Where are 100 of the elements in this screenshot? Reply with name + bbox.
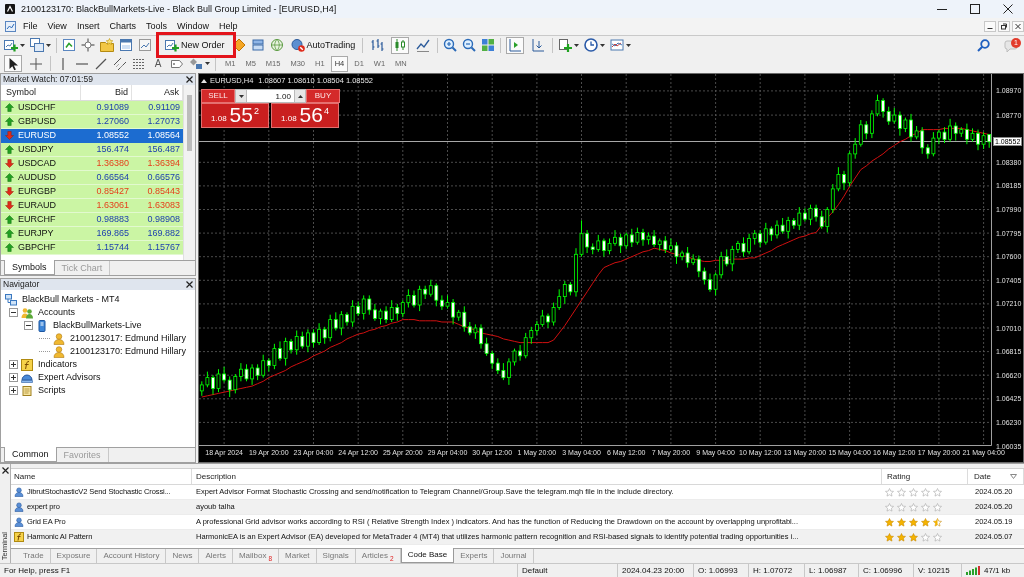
shapes-icon[interactable]	[189, 56, 203, 71]
tree-item[interactable]: 2100123017: Edmund Hillary	[70, 334, 187, 343]
symbol-row[interactable]: EURUSD 1.08552 1.08564	[1, 129, 183, 143]
menu-item[interactable]: File	[18, 21, 43, 32]
collapse-box-icon[interactable]	[9, 308, 18, 317]
fibonacci-icon[interactable]	[132, 56, 146, 71]
low-price: L: 1.06987	[809, 566, 847, 575]
menu-item[interactable]: View	[42, 21, 72, 32]
close-icon[interactable]	[186, 76, 193, 83]
scrollbar[interactable]	[183, 85, 195, 260]
stop-sign-icon[interactable]	[290, 38, 305, 52]
column-header[interactable]: Rating	[887, 472, 911, 481]
column-header[interactable]: Description	[196, 472, 236, 481]
expand-box-icon[interactable]	[9, 373, 18, 382]
decrease-lot-button[interactable]	[235, 89, 247, 103]
close-icon[interactable]	[186, 281, 193, 288]
chart-window-icon[interactable]	[5, 21, 16, 32]
close-icon[interactable]	[1, 467, 9, 474]
symbol-row[interactable]: GBPCHF 1.15744 1.15767	[1, 241, 183, 255]
menu-item[interactable]: Charts	[104, 21, 141, 32]
symbol-row[interactable]: AUDUSD 0.66564 0.66576	[1, 171, 183, 185]
auto-trading-button[interactable]: AutoTrading	[288, 36, 358, 54]
menu-item[interactable]: Window	[171, 21, 214, 32]
tree-item[interactable]: Scripts	[38, 386, 66, 395]
caret-icon[interactable]	[205, 62, 210, 65]
crosshair-icon[interactable]	[81, 38, 95, 52]
book-stack-icon[interactable]	[250, 38, 265, 52]
increase-lot-button[interactable]	[294, 89, 306, 103]
star-icon	[909, 517, 918, 527]
new-order-button[interactable]: New Order	[163, 36, 227, 54]
tab[interactable]: Common	[4, 447, 57, 462]
symbol-row[interactable]: EURCHF 0.98883 0.98908	[1, 213, 183, 227]
caret-icon[interactable]	[46, 43, 51, 47]
lot-size-field[interactable]: 1.00	[247, 89, 294, 103]
tree-item[interactable]: BlackBullMarkets-Live	[53, 321, 142, 330]
new-chart-icon[interactable]	[4, 38, 18, 52]
globe-icon[interactable]	[269, 38, 284, 52]
tab[interactable]: Symbols	[4, 260, 55, 275]
bid-price: 0.91089	[95, 103, 130, 112]
tester-chart-icon[interactable]	[138, 38, 152, 52]
collapse-triangle-icon[interactable]	[201, 78, 207, 83]
tree-item[interactable]: Indicators	[38, 360, 78, 369]
scrollbar-thumb[interactable]	[187, 95, 192, 151]
expand-box-icon[interactable]	[9, 360, 18, 369]
symbol-name: GBPUSD	[18, 117, 56, 126]
table-row[interactable]	[11, 530, 1024, 545]
symbol-row[interactable]: EURGBP 0.85427 0.85443	[1, 185, 183, 199]
tree-item[interactable]: Expert Advisors	[38, 373, 101, 382]
menu-item[interactable]: Help	[213, 21, 243, 32]
caret-icon[interactable]	[574, 43, 580, 47]
symbol-row[interactable]: EURAUD 1.63061 1.63083	[1, 199, 183, 213]
symbol-row[interactable]: USDJPY 156.474 156.487	[1, 143, 183, 157]
text-tool-button[interactable]: A	[151, 56, 165, 71]
trend-line-icon[interactable]	[94, 56, 108, 71]
tree-item[interactable]: Accounts	[38, 308, 76, 317]
terminal-window-icon[interactable]	[119, 38, 133, 52]
buy-button[interactable]: BUY	[306, 89, 340, 103]
caret-icon[interactable]	[626, 43, 632, 47]
status-text: For Help, press F1	[4, 566, 71, 575]
menu-item[interactable]: Tools	[140, 21, 172, 32]
plus-document-icon[interactable]	[165, 38, 179, 52]
tree-item[interactable]: BlackBull Markets - MT4	[22, 295, 120, 304]
menu-item[interactable]: Insert	[71, 21, 105, 32]
sort-icon[interactable]	[1010, 474, 1017, 479]
zoom-in-icon[interactable]	[443, 38, 458, 52]
clock-icon[interactable]	[584, 38, 599, 52]
caret-icon[interactable]	[20, 43, 25, 47]
table-row[interactable]	[11, 515, 1024, 530]
star-icon	[885, 532, 894, 542]
expand-box-icon[interactable]	[9, 386, 18, 395]
scroll-icon	[21, 384, 33, 397]
restore-icon[interactable]	[998, 21, 1010, 32]
profiles-icon[interactable]	[30, 38, 44, 52]
symbol-row[interactable]: EURJPY 169.865 169.882	[1, 227, 183, 241]
sell-button[interactable]: SELL	[201, 89, 235, 103]
collapse-box-icon[interactable]	[24, 321, 33, 330]
market-watch-icon[interactable]	[62, 38, 76, 52]
folder-star-icon[interactable]	[100, 38, 114, 52]
caret-icon[interactable]	[600, 43, 606, 47]
symbol-row[interactable]: USDCAD 1.36380 1.36394	[1, 157, 183, 171]
add-indicator-icon[interactable]	[558, 38, 573, 52]
search-icon[interactable]	[977, 38, 990, 52]
minimize-icon[interactable]	[984, 21, 996, 32]
column-header: Bid	[115, 88, 128, 97]
symbol-row[interactable]: USDCHF 0.91089 0.91109	[1, 101, 183, 115]
column-header: Symbol	[6, 88, 36, 97]
tree-item[interactable]: 2100123170: Edmund Hillary	[70, 347, 187, 356]
zoom-out-icon[interactable]	[462, 38, 477, 52]
empty-star-icon	[897, 502, 906, 512]
column-header[interactable]: Name	[14, 472, 36, 481]
tab[interactable]: Code Base	[400, 548, 455, 563]
symbol-row[interactable]: GBPUSD 1.27060 1.27073	[1, 115, 183, 129]
column-header: Ask	[164, 88, 179, 97]
person-icon	[14, 502, 24, 512]
channel-icon[interactable]	[113, 56, 127, 71]
tile-windows-icon[interactable]	[481, 38, 496, 52]
close-icon[interactable]	[1002, 4, 1013, 14]
maximize-icon[interactable]	[969, 4, 980, 14]
column-header[interactable]: Date	[974, 472, 991, 481]
chart-template-icon[interactable]	[610, 38, 625, 52]
